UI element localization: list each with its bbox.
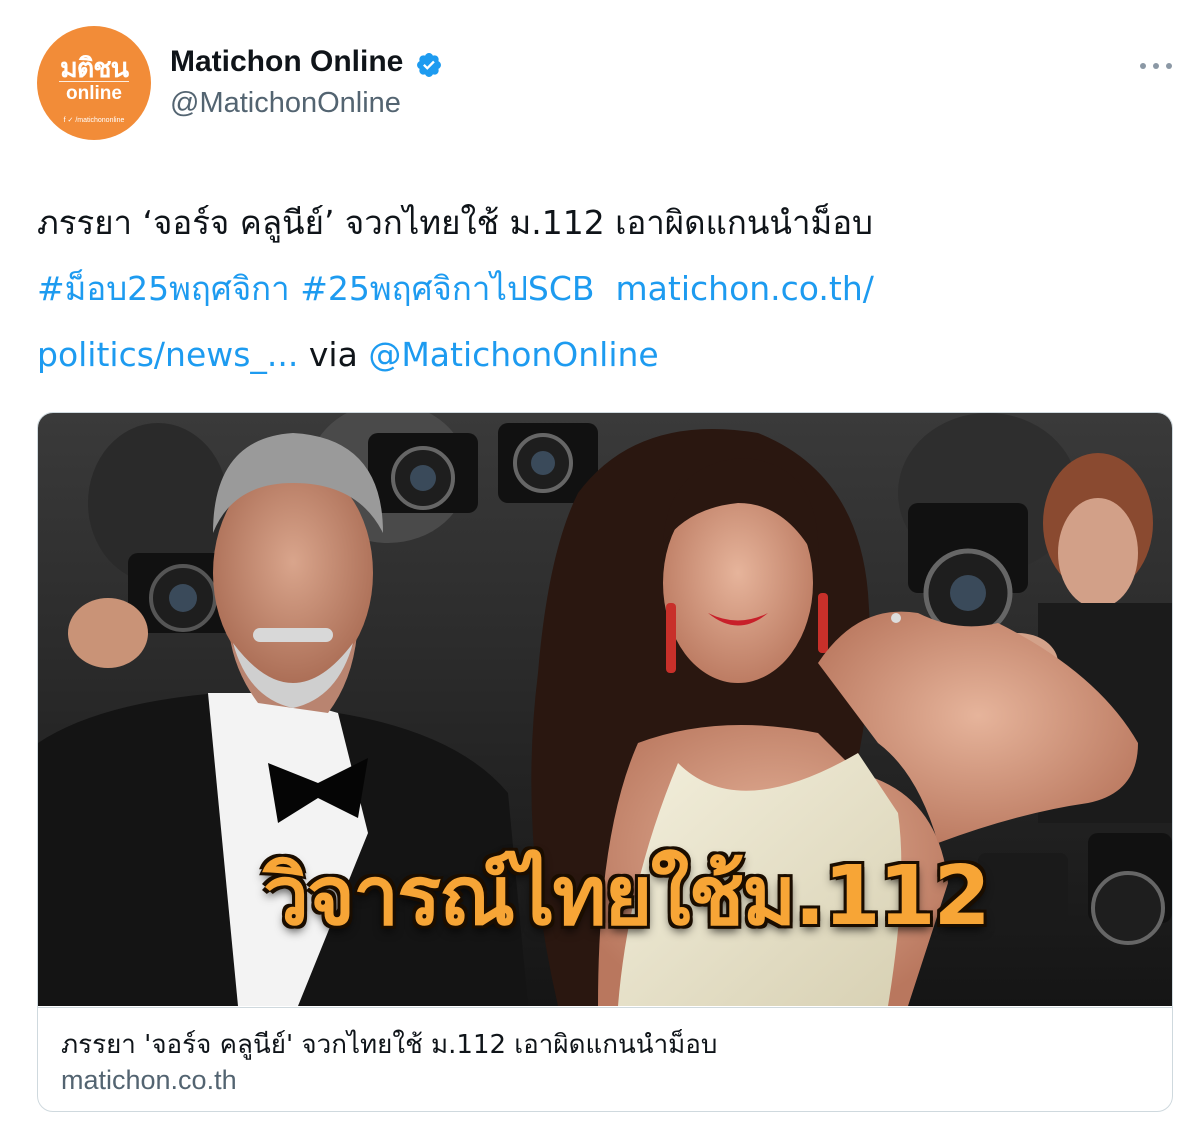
card-title[interactable]: ภรรยา 'จอร์จ คลูนีย์' จวกไทยใช้ ม.112 เอ… (61, 1024, 717, 1065)
card-footer[interactable]: ภรรยา 'จอร์จ คลูนีย์' จวกไทยใช้ ม.112 เอ… (38, 1007, 1172, 1111)
card-image[interactable]: วิจารณ์ไทยใช้ม.112 (38, 413, 1172, 1006)
card-domain: matichon.co.th (61, 1065, 237, 1095)
tweet-text-line: politics/news_... via @MatichonOnline (37, 322, 1167, 388)
avatar-social-text: f ✓ /matichononline (63, 117, 125, 124)
avatar-logo-divider (59, 81, 129, 82)
more-dot-icon (1166, 63, 1172, 69)
card-image-headline: วิจารณ์ไทยใช้ม.112 (263, 849, 991, 944)
more-options-button[interactable] (1140, 56, 1172, 76)
via-text: via (308, 335, 358, 374)
verified-badge-icon (417, 53, 441, 77)
more-dot-icon (1140, 63, 1146, 69)
avatar-logo-sub: online (66, 83, 122, 104)
link-card[interactable]: วิจารณ์ไทยใช้ม.112 ภรรยา 'จอร์จ คลูนีย์'… (37, 412, 1173, 1112)
avatar[interactable]: มติชน online f ✓ /matichononline (37, 26, 151, 140)
author-display-name[interactable]: Matichon Online (170, 45, 403, 79)
tweet-text-line: ภรรยา ‘จอร์จ คลูนีย์’ จวกไทยใช้ ม.112 เอ… (37, 203, 873, 242)
url-link-continued[interactable]: politics/news_... (37, 335, 298, 374)
tweet-text-line: #ม็อบ25พฤศจิกา #25พฤศจิกาไปSCB matichon.… (37, 256, 1167, 322)
more-dot-icon (1153, 63, 1159, 69)
tweet[interactable]: มติชน online f ✓ /matichononline Maticho… (0, 0, 1200, 1122)
author-handle[interactable]: @MatichonOnline (170, 87, 401, 120)
mention-link[interactable]: @MatichonOnline (368, 335, 658, 374)
tweet-text: ภรรยา ‘จอร์จ คลูนีย์’ จวกไทยใช้ ม.112 เอ… (37, 190, 1167, 388)
hashtag-link[interactable]: #25พฤศจิกาไปSCB (300, 269, 594, 308)
url-link[interactable]: matichon.co.th/ (616, 269, 874, 308)
hashtag-link[interactable]: #ม็อบ25พฤศจิกา (37, 269, 290, 308)
